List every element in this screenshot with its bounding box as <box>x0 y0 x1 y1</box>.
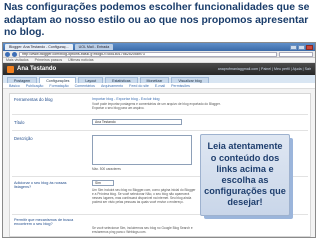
subtab-publicacao[interactable]: Publicação <box>26 84 44 88</box>
subtab-email[interactable]: E-mail <box>155 84 165 88</box>
maximize-icon[interactable] <box>298 44 305 50</box>
title-label: Título <box>14 120 25 125</box>
tab-configuracoes[interactable]: Configurações <box>39 77 77 83</box>
listing-select[interactable]: Sim <box>92 180 114 186</box>
subtab-arquivamento[interactable]: Arquivamento <box>101 84 123 88</box>
blogger-header: Ana Testando anaprofmaniaggmail.com | Pa… <box>3 63 315 75</box>
tab-estatisticas[interactable]: Estatísticas <box>105 77 138 83</box>
subtab-basico[interactable]: Básico <box>9 84 20 88</box>
description-label: Descrição <box>14 136 33 141</box>
search-engines-description: Se você selecionar Sim, incluiremos seu … <box>92 226 193 234</box>
address-bar: http://www.blogger.com/blog-options-basi… <box>3 51 315 58</box>
url-field[interactable]: http://www.blogger.com/blog-options-basi… <box>19 51 277 57</box>
browser-tab-uol[interactable]: UOL Mail - Entrada <box>74 44 114 50</box>
caption-text: Nas configurações podemos escolher funci… <box>4 2 310 38</box>
bookmark-link[interactable]: Últimas notícias <box>68 58 93 62</box>
tools-label: Ferramentas do blog <box>14 97 53 102</box>
close-icon[interactable] <box>306 44 313 50</box>
callout-text: Leia atentamente o conteúdo dos links ac… <box>204 141 286 208</box>
tab-postagem[interactable]: Postagem <box>7 77 38 83</box>
blog-tabs: Postagem Configurações Layout Estatístic… <box>3 75 315 83</box>
browser-titlebar: Blogger: Ana Testando - Configuraç... UO… <box>3 43 315 51</box>
search-input[interactable] <box>279 51 313 57</box>
divider <box>12 114 308 115</box>
blog-name: Ana Testando <box>17 66 57 72</box>
tab-monetizar[interactable]: Monetizar <box>139 77 170 83</box>
tools-links[interactable]: Importar blog - Exportar blog - Excluir … <box>92 97 232 101</box>
bookmark-link[interactable]: Primeiros passos <box>35 58 63 62</box>
callout-front: Leia atentamente o conteúdo dos links ac… <box>200 134 290 216</box>
description-textarea[interactable] <box>92 135 192 165</box>
settings-subtabs: Básico Publicação Formatação Comentários… <box>3 83 315 89</box>
minimize-icon[interactable] <box>290 44 297 50</box>
divider <box>12 130 308 131</box>
listing-label: Adicionar o seu blog às nossas listagens… <box>14 181 67 189</box>
window-controls <box>290 44 313 50</box>
tools-description: Você pode importar postagens e comentári… <box>92 102 221 110</box>
user-links[interactable]: anaprofmaniaggmail.com | Painel | Meu pe… <box>218 67 311 71</box>
search-engines-label: Permitir que mecanismos de busca encontr… <box>14 218 74 226</box>
subtab-formatacao[interactable]: Formatação <box>49 84 68 88</box>
tab-layout[interactable]: Layout <box>78 77 104 83</box>
subtab-permissoes[interactable]: Permissões <box>171 84 190 88</box>
title-input[interactable]: Ana Testando <box>92 119 182 125</box>
tab-visualizar-blog[interactable]: Visualizar blog <box>171 77 209 83</box>
subtab-comentarios[interactable]: Comentários <box>75 84 95 88</box>
forward-icon[interactable] <box>12 51 17 57</box>
callout-box: Leia atentamente o conteúdo dos links ac… <box>200 134 293 219</box>
listing-description: Um Sim incluirá seu blog no Blogger.com,… <box>92 188 196 204</box>
browser-tab-blogger[interactable]: Blogger: Ana Testando - Configuraç... <box>5 44 73 50</box>
back-icon[interactable] <box>5 51 10 57</box>
subtab-feed[interactable]: Feed do site <box>129 84 149 88</box>
blogger-logo-icon <box>7 65 14 73</box>
bookmark-link[interactable]: Mais visitados <box>6 58 29 62</box>
